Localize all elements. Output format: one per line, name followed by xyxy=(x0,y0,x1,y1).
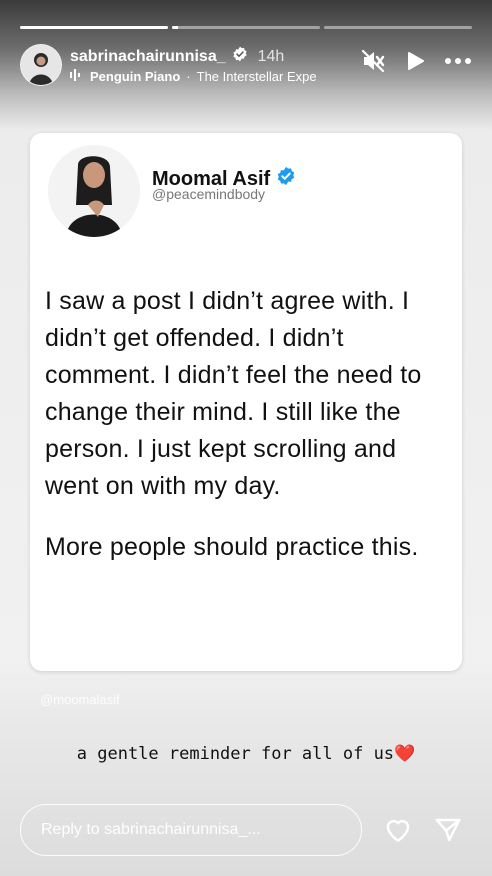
verified-badge-icon xyxy=(276,166,296,192)
author-avatar xyxy=(48,145,140,237)
author-handle: @peacemindbody xyxy=(152,186,266,202)
music-title: The Interstellar Expe xyxy=(196,69,317,84)
speaker-muted-icon[interactable] xyxy=(360,48,386,74)
caption-text: a gentle reminder for all of us xyxy=(76,744,395,764)
post-text: I saw a post I didn’t agree with. I didn… xyxy=(45,283,455,566)
play-icon[interactable] xyxy=(404,50,426,72)
more-dots-icon[interactable] xyxy=(444,57,472,65)
story-header: sabrinachairunnisa_ 14h Penguin Piano · … xyxy=(20,42,472,88)
post-time: 14h xyxy=(257,47,285,65)
post-paragraph: More people should practice this. xyxy=(45,533,419,561)
music-separator: · xyxy=(186,69,191,84)
verified-badge-icon xyxy=(232,46,248,67)
reply-field[interactable] xyxy=(20,804,362,856)
progress-fill xyxy=(20,26,168,29)
music-artist: Penguin Piano xyxy=(90,69,181,84)
username-row: sabrinachairunnisa_ 14h xyxy=(70,46,284,67)
music-bars-icon xyxy=(70,69,84,84)
send-icon[interactable] xyxy=(433,815,463,850)
reply-input[interactable] xyxy=(21,805,361,855)
progress-segment xyxy=(324,26,472,29)
music-info[interactable]: Penguin Piano · The Interstellar Expe xyxy=(70,69,355,84)
progress-segment xyxy=(172,26,320,29)
quote-card: Moomal Asif @peacemindbody I saw a post … xyxy=(30,133,462,671)
story-caption: a gentle reminder for all of us❤️ xyxy=(0,744,492,764)
heart-icon[interactable] xyxy=(383,815,413,850)
watermark: @moomalasif xyxy=(40,692,120,707)
story-progress xyxy=(20,26,472,29)
progress-fill xyxy=(172,26,178,29)
post-paragraph: I saw a post I didn’t agree with. I didn… xyxy=(45,287,422,500)
header-actions xyxy=(360,48,472,74)
heart-emoji: ❤️ xyxy=(394,744,416,764)
username[interactable]: sabrinachairunnisa_ xyxy=(70,48,226,66)
progress-segment xyxy=(20,26,168,29)
avatar[interactable] xyxy=(20,44,62,86)
